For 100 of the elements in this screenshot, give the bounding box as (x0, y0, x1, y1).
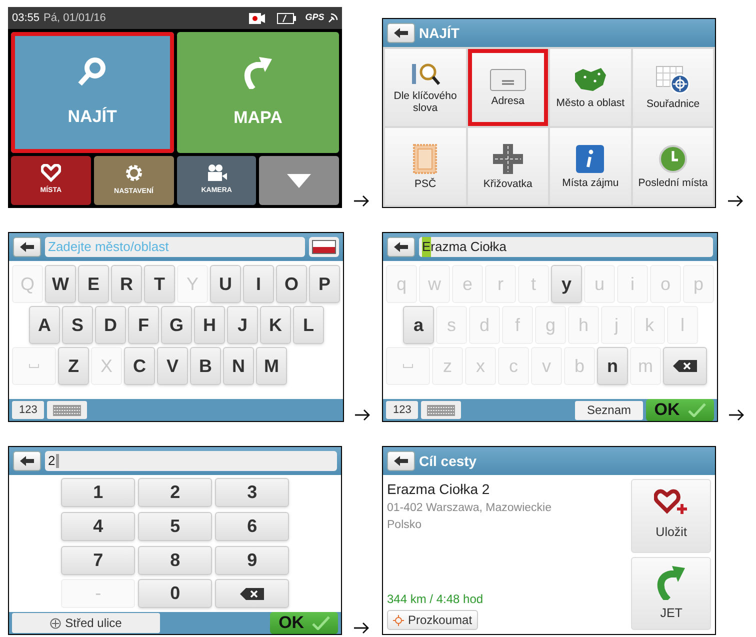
keyboard-key[interactable]: S (62, 306, 93, 344)
backspace-key[interactable] (215, 579, 290, 608)
envelope-icon (490, 68, 526, 90)
checkmark-icon (688, 403, 706, 417)
numbers-button[interactable]: 123 (386, 401, 418, 419)
keyboard-key[interactable]: I (243, 265, 274, 303)
keyboard-key[interactable]: R (111, 265, 142, 303)
keyboard-key[interactable]: 9 (215, 546, 290, 574)
down-triangle-icon (287, 174, 312, 188)
menu-tile[interactable] (259, 156, 340, 205)
back-button[interactable] (13, 451, 41, 471)
street-center-button[interactable]: Střed ulice (12, 613, 160, 633)
keyboard-key[interactable]: J (227, 306, 258, 344)
heart-icon (40, 164, 61, 182)
search-icon (77, 56, 108, 88)
keyboard-key[interactable]: y (551, 265, 582, 303)
back-arrow-icon (20, 456, 34, 466)
menu-item[interactable]: Souřadnice (632, 49, 714, 126)
back-button[interactable] (387, 23, 415, 43)
keyboard-key[interactable]: 5 (138, 512, 212, 541)
keyboard-key[interactable]: W (45, 265, 76, 303)
input-field[interactable]: 2 (45, 451, 338, 471)
recording-icon (249, 12, 266, 24)
turn-arrow-icon (242, 54, 273, 89)
keyboard-key[interactable]: O (276, 265, 307, 303)
keyboard-key[interactable]: P (309, 265, 340, 303)
numbers-button[interactable]: 123 (12, 401, 44, 419)
keyboard-key[interactable]: Z (58, 347, 89, 385)
menu-item[interactable]: Křižovatka (468, 128, 548, 205)
battery-icon (277, 12, 298, 24)
keyboard-key[interactable]: C (124, 347, 155, 385)
backspace-key[interactable] (663, 347, 707, 385)
keyboard-key[interactable]: K (260, 306, 291, 344)
keyboard-key[interactable]: B (190, 347, 221, 385)
save-button[interactable]: Uložit (631, 479, 712, 552)
backspace-icon (240, 588, 264, 600)
keyboard-key[interactable]: T (144, 265, 175, 303)
keyboard-key[interactable]: G (161, 306, 192, 344)
keyboard-key[interactable]: A (29, 306, 60, 344)
keyboard-icon (53, 404, 82, 416)
magnifier-icon (409, 62, 442, 86)
backspace-icon (673, 360, 697, 372)
arrow-icon (354, 622, 370, 634)
keyboard-key[interactable]: E (78, 265, 109, 303)
back-button[interactable] (13, 237, 41, 257)
status-time: 03:55 (12, 10, 40, 26)
ok-button[interactable]: OK (646, 399, 714, 421)
coordinates-icon (656, 66, 690, 94)
keyboard-key[interactable]: V (157, 347, 188, 385)
menu-item[interactable]: PSČ (385, 128, 466, 205)
space-icon (29, 364, 39, 368)
keyboard-key[interactable]: 7 (61, 546, 136, 574)
back-button[interactable] (387, 237, 415, 257)
keyboard-key[interactable]: n (597, 347, 628, 385)
info-icon (576, 144, 604, 172)
keyboard-key[interactable]: 6 (215, 512, 290, 541)
screen-title: Cíl cesty (419, 452, 477, 471)
explore-button[interactable]: Prozkoumat (387, 610, 478, 630)
keyboard-key[interactable]: F (128, 306, 159, 344)
crosshair-icon (50, 618, 62, 628)
map-region-icon (573, 66, 608, 92)
list-button[interactable]: Seznam (574, 400, 643, 420)
keyboard-key[interactable]: U (210, 265, 241, 303)
video-camera-icon (206, 164, 228, 182)
keyboard-key[interactable]: N (223, 347, 254, 385)
keyboard-key[interactable]: M (256, 347, 287, 385)
language-flag-button[interactable] (309, 237, 339, 257)
keyboard-key[interactable]: D (95, 306, 126, 344)
go-button[interactable]: JET (631, 556, 712, 630)
menu-item[interactable]: Dle klíčového slova (385, 49, 466, 126)
checkmark-icon (312, 616, 330, 630)
menu-item[interactable]: Poslední místa (632, 128, 714, 205)
keyboard-key[interactable]: 8 (138, 546, 212, 574)
arrow-icon (354, 195, 370, 207)
gear-icon (124, 163, 144, 184)
crossroad-icon (492, 144, 523, 174)
crosshair-icon (393, 614, 404, 626)
keyboard-key[interactable]: a (403, 306, 434, 344)
gps-label: GPS (305, 11, 324, 24)
arrow-icon (728, 195, 744, 207)
status-date: Pá, 01/01/16 (44, 10, 106, 26)
keyboard-key[interactable]: 2 (138, 478, 212, 507)
keyboard-key[interactable]: H (194, 306, 225, 344)
input-field[interactable]: Erazma Ciołka (419, 237, 713, 257)
ok-button[interactable]: OK (270, 612, 338, 634)
keyboard-key[interactable]: 3 (215, 478, 290, 507)
menu-item[interactable]: Místa zájmu (550, 128, 631, 205)
arrow-icon (729, 409, 745, 421)
keyboard-key[interactable]: 1 (61, 478, 136, 507)
menu-item[interactable]: Město a oblast (550, 49, 631, 126)
back-arrow-icon (20, 242, 34, 252)
destination-name: Erazma Ciołka 2 (387, 480, 491, 499)
keyboard-key[interactable]: 4 (61, 512, 136, 541)
back-button[interactable] (387, 451, 415, 471)
flag-icon (312, 240, 336, 254)
keyboard-icon (427, 404, 456, 416)
menu-item[interactable]: Adresa (468, 49, 548, 126)
address-line: Polsko (387, 518, 423, 533)
keyboard-key[interactable]: L (293, 306, 324, 344)
keyboard-key[interactable]: 0 (138, 579, 212, 608)
